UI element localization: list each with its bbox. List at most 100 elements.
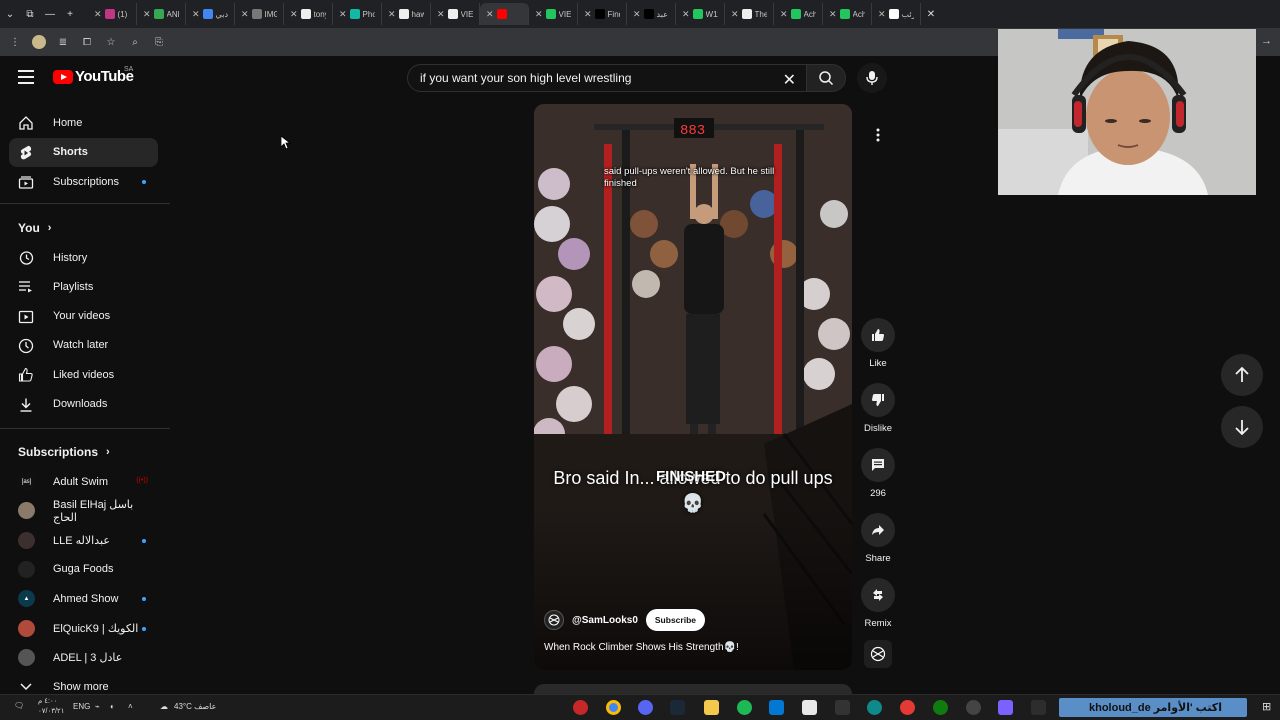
browser-tab[interactable]: ✕ [480, 3, 529, 25]
search-input[interactable]: if you want your son high level wrestlin… [407, 64, 807, 92]
sidebar-item-your-videos[interactable]: Your videos [9, 302, 158, 331]
sidebar-item-liked-videos[interactable]: Liked videos [9, 360, 158, 389]
channel-avatar[interactable] [544, 610, 564, 630]
tray-overflow-icon[interactable]: ˄ [128, 702, 133, 711]
browser-tab[interactable]: ✕ The [725, 3, 774, 25]
close-tab-icon[interactable]: ✕ [143, 9, 151, 20]
language-indicator[interactable]: ENG [73, 702, 90, 711]
minimize-icon[interactable]: — [40, 0, 60, 28]
browser-tab[interactable]: ✕ haw [382, 3, 431, 25]
terminal-icon[interactable] [835, 700, 850, 715]
short-video-player[interactable]: 883 said pull-ups weren't allowed. But h… [534, 104, 852, 670]
browser-tab[interactable]: ✕ W11 [676, 3, 725, 25]
close-tab-icon[interactable]: ✕ [437, 9, 445, 20]
close-tab-icon[interactable]: ✕ [584, 9, 592, 20]
browser-tab[interactable]: ✕ IMG [235, 3, 284, 25]
browser-tab[interactable]: ✕ الزئب [872, 3, 921, 25]
close-tab-icon[interactable]: ✕ [94, 9, 102, 20]
tab-switch-icon[interactable]: ⧉ [20, 0, 40, 28]
close-window-icon[interactable]: ✕ [921, 0, 941, 28]
browser-tab[interactable]: ✕ Find [578, 3, 627, 25]
new-tab-icon[interactable]: + [60, 0, 80, 28]
spotify-icon[interactable] [737, 700, 752, 715]
xbox-icon[interactable] [933, 700, 948, 715]
subscriptions-section-header[interactable]: Subscriptions › [18, 445, 110, 459]
you-section-header[interactable]: You › [18, 221, 51, 235]
sidebar-item-adult-swim[interactable]: [as] Adult Swim ((•)) [9, 467, 158, 496]
browser-tab[interactable]: ✕ (1) I [88, 3, 137, 25]
forward-icon[interactable]: → [1261, 35, 1272, 47]
taskbar-search-chip[interactable]: kholoud_de اكتب 'الأوامر [1059, 698, 1247, 717]
sidebar-item-downloads[interactable]: Downloads [9, 390, 158, 419]
close-tab-icon[interactable]: ✕ [682, 9, 690, 20]
app-icon-2[interactable] [900, 700, 915, 715]
sound-thumbnail[interactable] [858, 640, 898, 668]
sidebar-item-subscriptions[interactable]: Subscriptions [9, 167, 158, 196]
volume-icon[interactable]: ◐ [110, 702, 115, 711]
close-tab-icon[interactable]: ✕ [878, 9, 886, 20]
network-icon[interactable]: ⌁ [95, 702, 100, 711]
reading-list-icon[interactable]: ≣ [56, 35, 70, 49]
sidebar-item-lle[interactable]: LLE عبدالاله [9, 526, 158, 555]
cast-icon[interactable]: ⎘ [152, 35, 166, 49]
steam-icon[interactable] [670, 700, 685, 715]
zoom-icon[interactable]: ⌕ [128, 35, 142, 49]
notification-icon[interactable]: 🗨 [14, 701, 24, 710]
sidebar-item-playlists[interactable]: Playlists [9, 272, 158, 301]
settings-icon[interactable] [966, 700, 981, 715]
short-title[interactable]: When Rock Climber Shows His Strength💀! [544, 642, 842, 653]
sidebar-item-elquick9[interactable]: ElQuicK9 | الكويك [9, 614, 158, 643]
search-button[interactable] [806, 64, 846, 92]
next-short-button[interactable] [1221, 406, 1263, 448]
clear-search-icon[interactable]: ✕ [783, 70, 796, 90]
sidebar-item-adel-3[interactable]: ADEL | عادل 3 [9, 643, 158, 672]
browser-tab[interactable]: ✕ عبد [627, 3, 676, 25]
guide-menu-icon[interactable] [18, 70, 34, 84]
close-tab-icon[interactable]: ✕ [388, 9, 396, 20]
close-tab-icon[interactable]: ✕ [192, 9, 200, 20]
tab-search-icon[interactable]: ⌄ [0, 0, 20, 28]
close-tab-icon[interactable]: ✕ [731, 9, 739, 20]
start-windows-icon[interactable]: ⊞ [1262, 700, 1271, 713]
app-icon-3[interactable] [998, 700, 1013, 715]
browser-tab[interactable]: ✕ Phot [333, 3, 382, 25]
close-tab-icon[interactable]: ✕ [829, 9, 837, 20]
close-tab-icon[interactable]: ✕ [535, 9, 543, 20]
youtube-logo[interactable]: YouTube SA [53, 66, 134, 85]
dislike-button[interactable]: Dislike [858, 383, 898, 434]
sidebar-item-shorts[interactable]: Shorts [9, 137, 158, 167]
close-tab-icon[interactable]: ✕ [290, 9, 298, 20]
chrome-icon[interactable] [606, 700, 621, 715]
weather-text[interactable]: 43°C عاصف [174, 702, 216, 711]
browser-tab[interactable]: ✕ VIEL [529, 3, 578, 25]
close-tab-icon[interactable]: ✕ [486, 9, 494, 20]
edge-icon[interactable] [867, 700, 882, 715]
sidebar-item-history[interactable]: History [9, 243, 158, 272]
store-icon[interactable] [802, 700, 817, 715]
voice-search-button[interactable] [857, 63, 887, 93]
sidebar-item-home[interactable]: Home [9, 108, 158, 137]
more-options-button[interactable] [861, 118, 895, 152]
sidebar-item-ahmed-show[interactable]: ▲ Ahmed Show [9, 584, 158, 613]
browser-tab[interactable]: ✕ Achi [774, 3, 823, 25]
browser-tab[interactable]: ✕ ANK [137, 3, 186, 25]
browser-tab[interactable]: ✕ tony [284, 3, 333, 25]
browser-tab[interactable]: ✕ دبي [186, 3, 235, 25]
channel-name[interactable]: @SamLooks0 [572, 615, 638, 626]
discord-icon[interactable] [638, 700, 653, 715]
weather-icon[interactable]: ☁ [160, 702, 168, 711]
close-tab-icon[interactable]: ✕ [339, 9, 347, 20]
sidebar-item-guga-foods[interactable]: Guga Foods [9, 555, 158, 584]
sidebar-item-basil-elhaj[interactable]: Basil ElHaj باسل الحاج [9, 496, 158, 525]
subscribe-button[interactable]: Subscribe [645, 609, 705, 631]
app-icon-1[interactable] [573, 700, 588, 715]
close-tab-icon[interactable]: ✕ [780, 9, 788, 20]
share-button[interactable]: Share [858, 513, 898, 564]
close-tab-icon[interactable]: ✕ [241, 9, 249, 20]
menu-dots-icon[interactable]: ⋮ [8, 35, 22, 49]
browser-tab[interactable]: ✕ VIEL [431, 3, 480, 25]
previous-short-button[interactable] [1221, 354, 1263, 396]
sidebar-item-watch-later[interactable]: Watch later [9, 331, 158, 360]
like-button[interactable]: Like [858, 318, 898, 369]
remix-button[interactable]: Remix [858, 578, 898, 629]
